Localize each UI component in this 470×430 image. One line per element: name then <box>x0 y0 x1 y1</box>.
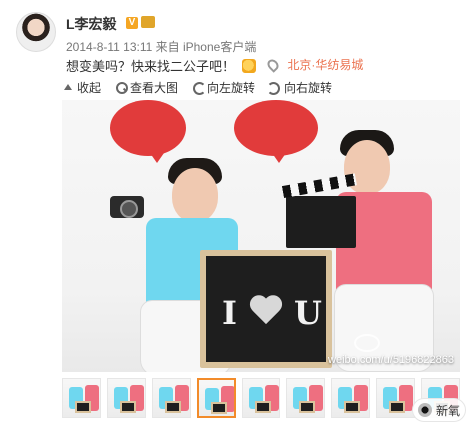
thumb-board <box>299 401 316 413</box>
thumb-board <box>119 401 136 413</box>
thumbnail-active[interactable] <box>196 378 236 418</box>
avatar[interactable] <box>16 12 56 52</box>
thumb-board <box>389 401 406 413</box>
thumbnail[interactable] <box>286 378 326 418</box>
toolbar-rotate-left-label: 向左旋转 <box>207 80 256 95</box>
post-header: L李宏毅 V 2014-8-11 13:11 来自 iPhone客户端 想变美吗… <box>10 8 460 76</box>
brand-badge[interactable]: 新氧 <box>412 398 466 422</box>
thumbnail[interactable] <box>62 378 101 418</box>
thumb-board <box>164 401 181 413</box>
post-image[interactable]: I U weibo.com/u/5196822863 <box>62 100 460 372</box>
clapperboard <box>286 196 356 248</box>
thumb-board <box>75 401 91 413</box>
toolbar-view-large-label: 查看大图 <box>130 80 179 95</box>
thumb-board <box>254 401 271 413</box>
toolbar-collapse[interactable]: 收起 <box>62 78 101 96</box>
search-icon <box>115 81 129 94</box>
thumbnail-strip <box>62 378 460 418</box>
post-meta: 2014-8-11 13:11 来自 iPhone客户端 <box>66 40 257 54</box>
thumbnail[interactable] <box>331 378 371 418</box>
toolbar-view-large[interactable]: 查看大图 <box>115 78 178 96</box>
rotate-left-icon <box>192 81 207 95</box>
toolbar-rotate-right[interactable]: 向右旋转 <box>269 78 332 96</box>
rotate-right-icon <box>269 81 281 93</box>
chalkboard: I U <box>200 250 332 368</box>
location-text: 北京·华纺易城 <box>287 58 364 72</box>
chalkboard-letter-u: U <box>294 294 322 332</box>
thumbnail[interactable] <box>106 378 146 418</box>
thumbnail[interactable] <box>376 378 416 418</box>
brand-logo-icon <box>417 403 432 417</box>
emoji-icon <box>241 59 256 73</box>
image-watermark: weibo.com/u/5196822863 <box>328 354 454 366</box>
thumbnail[interactable] <box>151 378 191 418</box>
thumbnail[interactable] <box>241 378 281 418</box>
collapse-up-icon <box>62 81 74 93</box>
heart-icon <box>248 296 284 326</box>
toolbar-rotate-left[interactable]: 向左旋转 <box>192 78 255 96</box>
verified-badge: V <box>126 17 138 29</box>
thumb-board <box>210 402 227 414</box>
location-pin-icon <box>265 57 281 73</box>
vip-badge-icon <box>141 16 155 28</box>
toolbar-rotate-right-label: 向右旋转 <box>284 80 333 95</box>
post-text: 想变美吗？快来找二公子吧！ <box>66 56 256 75</box>
head <box>172 168 218 222</box>
location[interactable]: 北京·华纺易城 <box>265 56 364 73</box>
chalkboard-letter-i: I <box>222 294 237 332</box>
camera-icon <box>110 196 144 218</box>
weibo-logo-icon <box>354 334 380 352</box>
user-name[interactable]: L李宏毅 <box>66 14 117 34</box>
image-toolbar: 收起 查看大图 向左旋转 向右旋转 <box>62 78 462 96</box>
chalkboard-inner: I U <box>206 256 326 362</box>
brand-badge-label: 新氧 <box>435 403 460 418</box>
post-text-content: 想变美吗？快来找二公子吧！ <box>66 59 236 74</box>
toolbar-collapse-label: 收起 <box>77 80 102 95</box>
thumb-board <box>344 401 361 413</box>
